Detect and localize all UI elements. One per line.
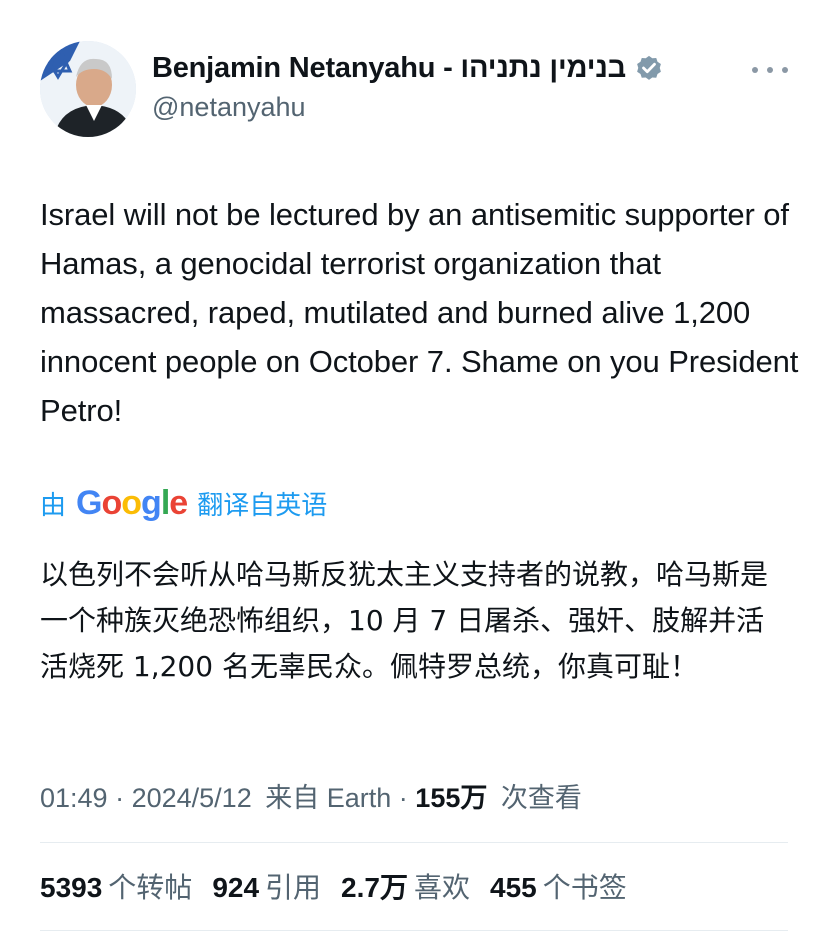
stat-label: 个书签 bbox=[542, 872, 627, 903]
tweet-date[interactable]: 2024/5/12 bbox=[132, 783, 252, 813]
separator-dot: · bbox=[398, 783, 416, 813]
divider bbox=[40, 930, 788, 931]
google-logo-letter: g bbox=[141, 484, 162, 522]
avatar-image bbox=[40, 41, 136, 137]
stat-label: 喜欢 bbox=[413, 872, 470, 903]
avatar[interactable] bbox=[40, 41, 136, 137]
google-logo-letter: l bbox=[160, 484, 171, 522]
stat-bookmarks[interactable]: 455 个书签 bbox=[490, 866, 627, 906]
stat-label: 引用 bbox=[265, 872, 322, 903]
translation-suffix: 翻译自英语 bbox=[197, 490, 328, 520]
google-logo-letter: e bbox=[169, 484, 188, 522]
separator-dot: · bbox=[115, 783, 132, 813]
stat-reposts[interactable]: 5393 个转帖 bbox=[40, 866, 192, 906]
stat-count: 924 bbox=[212, 872, 260, 903]
dot bbox=[782, 67, 788, 73]
stat-count: 5393 bbox=[40, 872, 103, 903]
author-name-row[interactable]: Benjamin Netanyahu - בנימין נתניהו bbox=[152, 52, 664, 85]
stat-count: 2.7万 bbox=[341, 872, 408, 903]
dot bbox=[752, 67, 758, 73]
tweet-time[interactable]: 01:49 bbox=[40, 783, 108, 813]
tweet-text: Israel will not be lectured by an antise… bbox=[40, 197, 799, 428]
tweet-source: 来自 Earth bbox=[265, 783, 392, 813]
google-logo-letter: G bbox=[76, 484, 102, 522]
divider bbox=[40, 842, 788, 843]
views-label: 次查看 bbox=[500, 783, 582, 813]
google-logo: Google bbox=[76, 484, 188, 523]
verified-badge-icon bbox=[634, 54, 664, 84]
tweet-metadata: 01:49 · 2024/5/12 来自 Earth · 155万 次查看 bbox=[40, 776, 582, 815]
engagement-stats: 5393 个转帖 924 引用 2.7万 喜欢 455 个书签 bbox=[40, 866, 647, 906]
google-logo-letter: o bbox=[121, 484, 142, 522]
more-options-icon[interactable] bbox=[752, 60, 788, 80]
stat-count: 455 bbox=[490, 872, 537, 903]
views-count: 155万 bbox=[415, 783, 488, 813]
translation-prefix: 由 bbox=[40, 490, 67, 520]
translated-text: 以色列不会听从哈马斯反犹太主义支持者的说教，哈马斯是一个种族灭绝恐怖组织，10 … bbox=[40, 558, 769, 683]
translation-attribution[interactable]: 由 Google 翻译自英语 bbox=[40, 484, 327, 523]
google-logo-letter: o bbox=[101, 484, 122, 522]
stat-quotes[interactable]: 924 引用 bbox=[212, 866, 321, 906]
stat-likes[interactable]: 2.7万 喜欢 bbox=[341, 866, 470, 906]
author-name[interactable]: Benjamin Netanyahu - בנימין נתניהו bbox=[152, 52, 626, 85]
author-handle[interactable]: @netanyahu bbox=[152, 92, 306, 123]
stat-label: 个转帖 bbox=[108, 872, 193, 903]
dot bbox=[767, 67, 773, 73]
